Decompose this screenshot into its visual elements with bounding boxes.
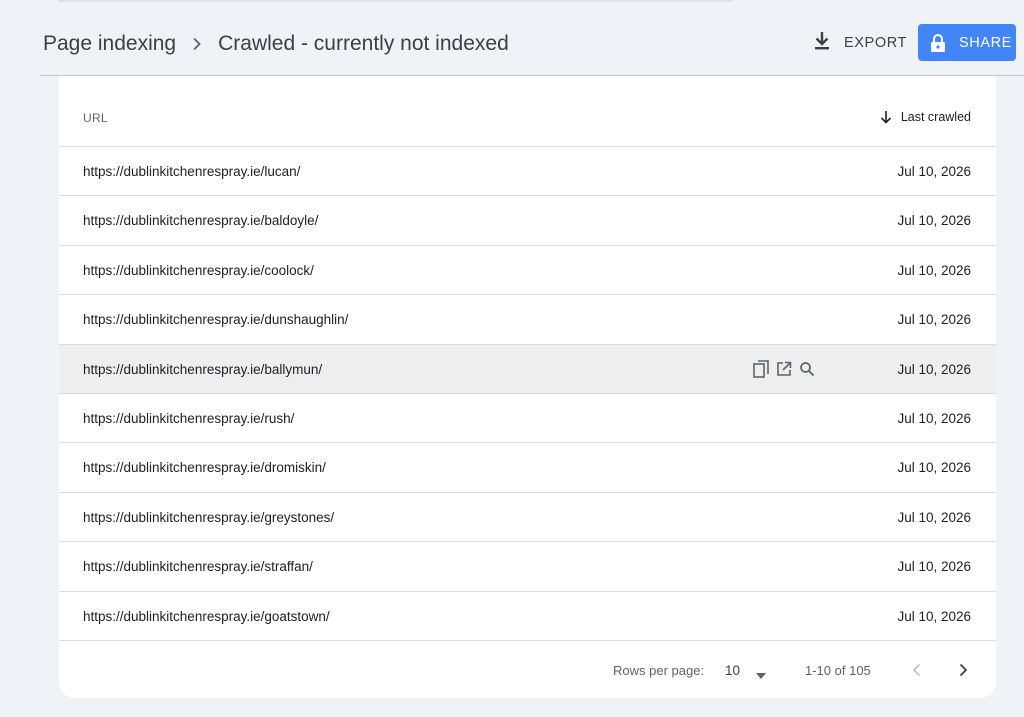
table-row[interactable]: https://dublinkitchenrespray.ie/coolock/… xyxy=(59,246,996,296)
row-last-crawled: Jul 10, 2026 xyxy=(897,460,971,476)
rows-per-page-label: Rows per page: xyxy=(613,663,705,678)
row-last-crawled: Jul 10, 2026 xyxy=(897,164,971,179)
share-label: SHARE xyxy=(959,34,1012,51)
table-row[interactable]: https://dublinkitchenrespray.ie/goatstow… xyxy=(59,592,996,641)
row-url: https://dublinkitchenrespray.ie/baldoyle… xyxy=(83,213,319,229)
row-last-crawled: Jul 10, 2026 xyxy=(897,410,971,426)
row-url: https://dublinkitchenrespray.ie/goatstow… xyxy=(83,608,330,624)
page-title: Crawled - currently not indexed xyxy=(218,32,509,55)
page: Page indexing Crawled - currently not in… xyxy=(0,0,1024,717)
row-url: https://dublinkitchenrespray.ie/dunshaug… xyxy=(83,312,349,328)
row-url: https://dublinkitchenrespray.ie/dromiski… xyxy=(83,460,326,476)
row-last-crawled: Jul 10, 2026 xyxy=(897,509,971,525)
row-url: https://dublinkitchenrespray.ie/ballymun… xyxy=(83,361,323,377)
lock-icon xyxy=(928,32,948,54)
pagination: Rows per page: 10 1-10 of 105 xyxy=(59,646,996,692)
caret-down-icon xyxy=(756,667,767,679)
rows-per-page-select[interactable]: 10 xyxy=(725,658,773,682)
column-header-last-crawled[interactable]: Last crawled xyxy=(879,109,971,125)
table-row[interactable]: https://dublinkitchenrespray.ie/rush/Jul… xyxy=(59,394,996,444)
export-label: EXPORT xyxy=(844,35,907,51)
export-button[interactable]: EXPORT xyxy=(812,28,907,58)
chevron-left-icon xyxy=(912,663,921,677)
row-last-crawled: Jul 10, 2026 xyxy=(897,608,971,624)
page-range: 1-10 of 105 xyxy=(805,663,871,678)
table-row[interactable]: https://dublinkitchenrespray.ie/straffan… xyxy=(59,542,996,592)
row-last-crawled: Jul 10, 2026 xyxy=(897,361,971,377)
table-header: URL Last crawled xyxy=(59,76,996,147)
row-url: https://dublinkitchenrespray.ie/lucan/ xyxy=(83,164,301,179)
table-body: https://dublinkitchenrespray.ie/lucan/Ju… xyxy=(59,147,996,641)
row-last-crawled: Jul 10, 2026 xyxy=(897,262,971,278)
chevron-right-icon xyxy=(176,30,218,58)
row-url: https://dublinkitchenrespray.ie/coolock/ xyxy=(83,262,314,278)
rows-per-page-value: 10 xyxy=(725,662,741,678)
inspect-url-icon[interactable] xyxy=(797,359,817,379)
copy-icon[interactable] xyxy=(751,359,771,379)
column-header-last-crawled-label: Last crawled xyxy=(900,110,971,124)
chevron-right-icon xyxy=(959,663,968,677)
next-page-button[interactable] xyxy=(951,658,975,682)
table-row[interactable]: https://dublinkitchenrespray.ie/lucan/Ju… xyxy=(59,147,996,197)
breadcrumb-page-indexing-link[interactable]: Page indexing xyxy=(43,32,176,56)
table-row[interactable]: https://dublinkitchenrespray.ie/baldoyle… xyxy=(59,196,996,246)
table-row[interactable]: https://dublinkitchenrespray.ie/dromiski… xyxy=(59,443,996,493)
row-last-crawled: Jul 10, 2026 xyxy=(897,559,971,575)
column-header-url: URL xyxy=(83,111,108,125)
share-button[interactable]: SHARE xyxy=(918,24,1016,61)
download-icon xyxy=(812,30,832,56)
table-row[interactable]: https://dublinkitchenrespray.ie/ballymun… xyxy=(59,344,996,394)
breadcrumb: Page indexing Crawled - currently not in… xyxy=(43,30,509,58)
row-last-crawled: Jul 10, 2026 xyxy=(897,213,971,229)
open-in-new-icon[interactable] xyxy=(774,359,794,379)
arrow-down-icon xyxy=(879,110,893,124)
row-actions xyxy=(751,359,820,379)
row-url: https://dublinkitchenrespray.ie/greyston… xyxy=(83,509,335,525)
row-url: https://dublinkitchenrespray.ie/straffan… xyxy=(83,559,313,575)
row-url: https://dublinkitchenrespray.ie/rush/ xyxy=(83,410,295,426)
row-last-crawled: Jul 10, 2026 xyxy=(897,312,971,328)
table-row[interactable]: https://dublinkitchenrespray.ie/dunshaug… xyxy=(59,295,996,345)
table-row[interactable]: https://dublinkitchenrespray.ie/greyston… xyxy=(59,493,996,543)
previous-page-button[interactable] xyxy=(905,658,929,682)
page-header: Page indexing Crawled - currently not in… xyxy=(0,0,1024,76)
results-table-card: URL Last crawled https://dublinkitchenre… xyxy=(59,76,996,698)
